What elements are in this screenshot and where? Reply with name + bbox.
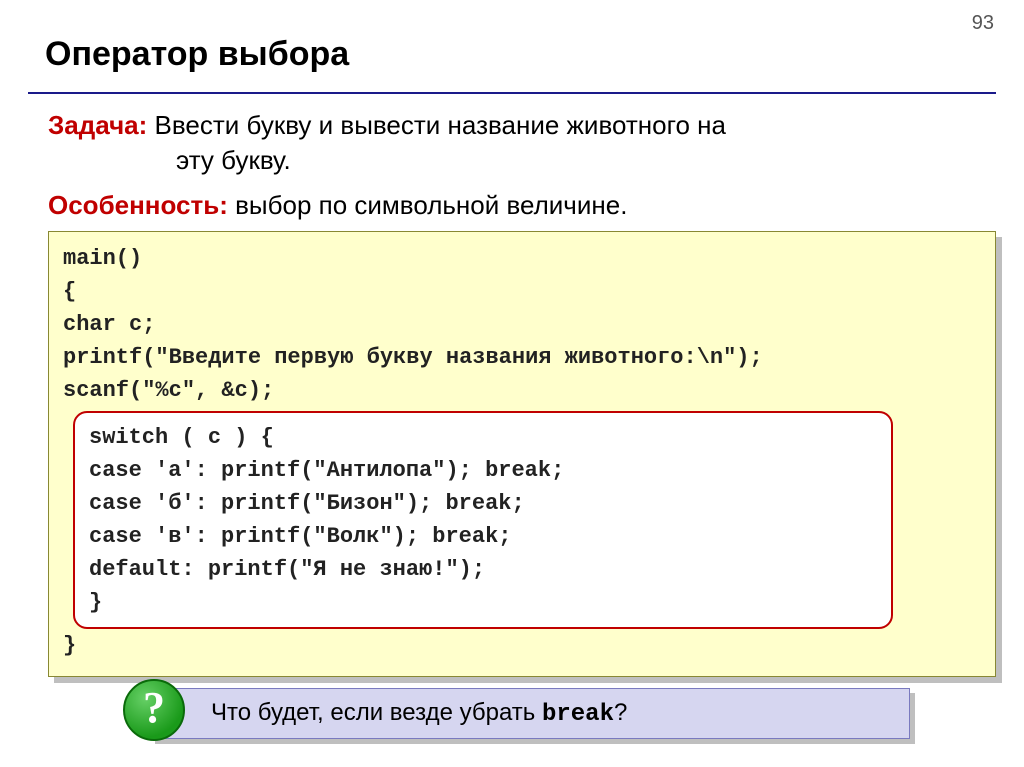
task-text-2: эту букву. — [48, 145, 996, 176]
content-area: Задача: Ввести букву и вывести название … — [0, 94, 1024, 677]
code-block: main() { char c; printf("Введите первую … — [48, 231, 996, 677]
task-text-1: Ввести букву и вывести название животног… — [155, 110, 726, 140]
hint-container: ? Что будет, если везде убрать break? — [150, 688, 910, 739]
code-line: scanf("%c", &c); — [63, 374, 981, 407]
code-line: } — [89, 586, 877, 619]
code-line: switch ( c ) { — [89, 421, 877, 454]
code-line: case 'а': printf("Антилопа"); break; — [89, 454, 877, 487]
code-line: main() — [63, 242, 981, 275]
feature-line: Особенность: выбор по символьной величин… — [48, 190, 996, 221]
code-line: case 'б': printf("Бизон"); break; — [89, 487, 877, 520]
feature-text: выбор по символьной величине. — [235, 190, 627, 220]
feature-label: Особенность: — [48, 190, 228, 220]
hint-text-post: ? — [614, 699, 627, 726]
hint-text-pre: Что будет, если везде убрать — [211, 699, 542, 726]
code-line: } — [63, 629, 981, 662]
code-line: default: printf("Я не знаю!"); — [89, 553, 877, 586]
code-line: case 'в': printf("Волк"); break; — [89, 520, 877, 553]
question-mark-icon: ? — [123, 679, 185, 741]
hint-box: ? Что будет, если везде убрать break? — [150, 688, 910, 739]
hint-keyword: break — [542, 701, 614, 728]
code-line: printf("Введите первую букву названия жи… — [63, 341, 981, 374]
task-line: Задача: Ввести букву и вывести название … — [48, 108, 996, 143]
slide-title: Оператор выбора — [0, 0, 1024, 92]
code-line: { — [63, 275, 981, 308]
task-label: Задача: — [48, 110, 147, 140]
switch-highlight-box: switch ( c ) { case 'а': printf("Антилоп… — [73, 411, 893, 629]
page-number: 93 — [972, 12, 994, 35]
code-line: char c; — [63, 308, 981, 341]
code-container: main() { char c; printf("Введите первую … — [48, 231, 996, 677]
